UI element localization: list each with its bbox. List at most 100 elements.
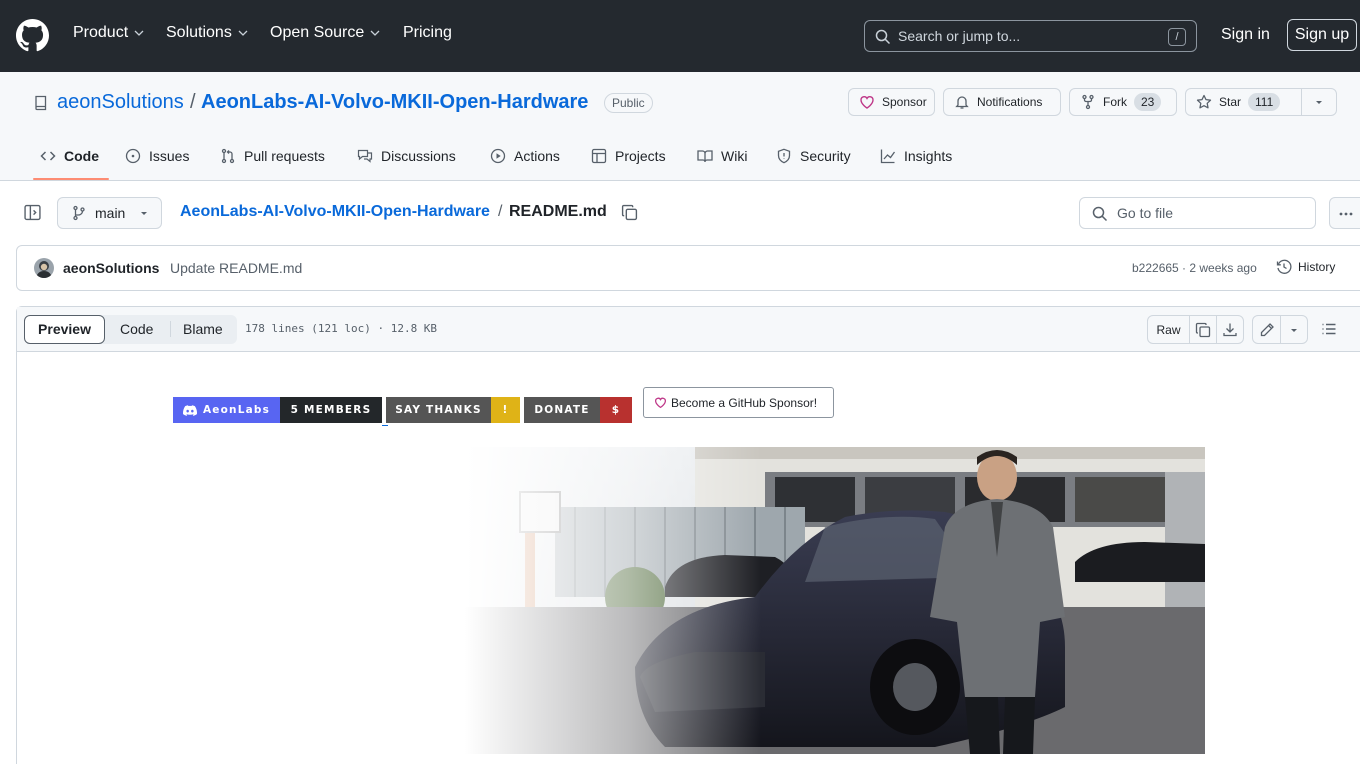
fork-button[interactable]: Fork 23 bbox=[1069, 88, 1177, 116]
breadcrumb-separator: / bbox=[498, 203, 503, 220]
tab-wiki-label: Wiki bbox=[721, 148, 748, 164]
breadcrumb-repo-link[interactable]: AeonLabs-AI-Volvo-MKII-Open-Hardware bbox=[180, 203, 490, 221]
breadcrumb-file-name: README.md bbox=[509, 203, 607, 220]
edit-button-group bbox=[1252, 315, 1308, 344]
readme-photo-car-and-person bbox=[465, 447, 1205, 754]
github-logo-icon[interactable] bbox=[16, 19, 49, 52]
chevron-down-icon bbox=[134, 30, 144, 36]
code-icon bbox=[40, 151, 56, 161]
avatar[interactable] bbox=[34, 258, 54, 278]
donate-badge-left[interactable]: DONATE bbox=[524, 397, 600, 423]
tab-security[interactable]: Security bbox=[776, 148, 851, 164]
commit-hash-and-time[interactable]: b222665 · 2 weeks ago bbox=[1132, 261, 1257, 275]
search-icon bbox=[1092, 206, 1108, 222]
nav-solutions[interactable]: Solutions bbox=[166, 24, 248, 42]
nav-solutions-label: Solutions bbox=[166, 24, 232, 41]
nav-product[interactable]: Product bbox=[73, 24, 144, 42]
sidebar-expand-icon[interactable] bbox=[24, 204, 41, 221]
search-placeholder: Search or jump to... bbox=[898, 28, 1021, 44]
nav-product-label: Product bbox=[73, 24, 129, 41]
sponsor-button[interactable]: Sponsor bbox=[848, 88, 935, 116]
tab-issues-label: Issues bbox=[149, 148, 190, 164]
tab-issues[interactable]: Issues bbox=[125, 148, 189, 164]
active-tab-indicator bbox=[33, 178, 109, 180]
notifications-label: Notifications bbox=[977, 95, 1043, 109]
blame-button[interactable]: Blame bbox=[183, 321, 223, 337]
triangle-down-icon bbox=[1291, 328, 1297, 332]
tab-actions-label: Actions bbox=[514, 148, 560, 164]
heart-icon bbox=[860, 96, 874, 109]
donate-badge-right[interactable]: $ bbox=[600, 397, 632, 423]
pull-request-icon bbox=[221, 148, 235, 164]
outline-list-icon[interactable] bbox=[1321, 321, 1337, 337]
repo-name-link[interactable]: AeonLabs-AI-Volvo-MKII-Open-Hardware bbox=[201, 91, 588, 114]
star-button[interactable]: Star 111 bbox=[1186, 89, 1302, 115]
tab-actions[interactable]: Actions bbox=[490, 148, 560, 164]
branch-selector[interactable]: main bbox=[57, 197, 162, 229]
search-icon bbox=[875, 29, 891, 45]
edit-dropdown[interactable] bbox=[1281, 316, 1307, 343]
tab-discussions-label: Discussions bbox=[381, 148, 456, 164]
preview-button[interactable]: Preview bbox=[24, 315, 105, 344]
say-thanks-badge-right[interactable]: ! bbox=[491, 397, 520, 423]
download-icon bbox=[1223, 323, 1237, 336]
branch-name: main bbox=[95, 205, 126, 221]
say-thanks-badge-left[interactable]: SAY THANKS bbox=[386, 397, 491, 423]
nav-open-source[interactable]: Open Source bbox=[270, 24, 380, 42]
tab-pull-requests-label: Pull requests bbox=[244, 148, 325, 164]
play-icon bbox=[490, 148, 506, 164]
raw-button[interactable]: Raw bbox=[1148, 316, 1190, 343]
nav-pricing[interactable]: Pricing bbox=[403, 24, 452, 42]
repo-owner-link[interactable]: aeonSolutions bbox=[57, 91, 184, 114]
star-label: Star bbox=[1219, 95, 1242, 109]
become-sponsor-label: Become a GitHub Sponsor! bbox=[671, 395, 818, 410]
fork-icon bbox=[1082, 94, 1094, 110]
become-sponsor-button[interactable]: Become a GitHub Sponsor! bbox=[643, 387, 834, 418]
commit-author-link[interactable]: aeonSolutions bbox=[63, 260, 159, 276]
tab-wiki[interactable]: Wiki bbox=[697, 148, 747, 164]
star-icon bbox=[1196, 94, 1212, 109]
segment-divider bbox=[170, 321, 171, 337]
tab-projects[interactable]: Projects bbox=[591, 148, 666, 164]
tab-projects-label: Projects bbox=[615, 148, 666, 164]
discord-icon bbox=[182, 404, 197, 416]
pencil-icon bbox=[1260, 322, 1274, 336]
star-list-dropdown[interactable] bbox=[1302, 89, 1336, 115]
go-to-file-placeholder: Go to file bbox=[1117, 205, 1174, 221]
copy-path-icon[interactable] bbox=[621, 204, 638, 221]
tab-insights[interactable]: Insights bbox=[880, 148, 952, 164]
copy-raw-button[interactable] bbox=[1190, 316, 1217, 343]
nav-pricing-label: Pricing bbox=[403, 24, 452, 41]
git-branch-icon bbox=[73, 205, 85, 221]
shield-icon bbox=[777, 148, 791, 164]
discussion-icon bbox=[357, 149, 373, 163]
search-shortcut-hint: / bbox=[1168, 28, 1186, 46]
file-info: 178 lines (121 loc) · 12.8 KB bbox=[245, 322, 438, 335]
table-icon bbox=[591, 148, 607, 164]
more-options-button[interactable] bbox=[1329, 197, 1360, 229]
history-label: History bbox=[1298, 260, 1336, 274]
global-search-input[interactable]: Search or jump to... / bbox=[864, 20, 1197, 52]
sign-in-link[interactable]: Sign in bbox=[1221, 26, 1270, 44]
sign-up-button[interactable]: Sign up bbox=[1287, 19, 1357, 51]
star-button-group: Star 111 bbox=[1185, 88, 1337, 116]
tab-discussions[interactable]: Discussions bbox=[357, 148, 456, 164]
discord-badge-left[interactable]: AeonLabs bbox=[173, 397, 280, 423]
tab-pull-requests[interactable]: Pull requests bbox=[220, 148, 325, 164]
code-view-button[interactable]: Code bbox=[120, 321, 153, 337]
download-button[interactable] bbox=[1217, 316, 1243, 343]
graph-icon bbox=[880, 149, 896, 164]
tab-code[interactable]: Code bbox=[40, 148, 99, 164]
issue-icon bbox=[125, 148, 141, 164]
edit-button[interactable] bbox=[1253, 316, 1281, 343]
discord-badge-right[interactable]: 5 MEMBERS bbox=[280, 397, 382, 423]
notifications-button[interactable]: Notifications bbox=[943, 88, 1061, 116]
star-count: 111 bbox=[1248, 93, 1281, 111]
nav-open-source-label: Open Source bbox=[270, 24, 365, 41]
history-button[interactable]: History bbox=[1276, 259, 1335, 275]
commit-message-link[interactable]: Update README.md bbox=[170, 260, 302, 276]
sponsor-label: Sponsor bbox=[882, 95, 927, 109]
book-icon bbox=[697, 150, 713, 163]
go-to-file-input[interactable]: Go to file bbox=[1079, 197, 1316, 229]
fork-label: Fork bbox=[1103, 95, 1127, 109]
